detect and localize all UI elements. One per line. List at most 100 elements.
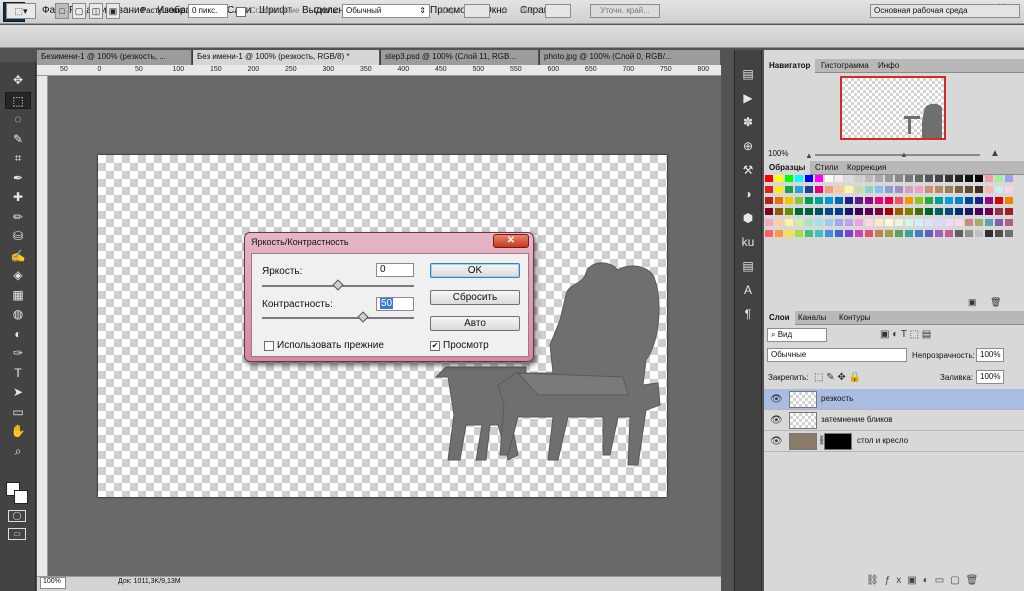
eye-icon[interactable]: 👁 <box>770 436 783 447</box>
zoom-in-icon[interactable]: ▲ <box>990 148 1000 159</box>
swatch[interactable] <box>795 175 803 182</box>
swatch[interactable] <box>885 175 893 182</box>
swatch[interactable] <box>915 208 923 215</box>
swatch[interactable] <box>995 186 1003 193</box>
layer-filter-select[interactable]: ⌕ Вид <box>767 328 827 342</box>
zoom-icon[interactable]: ⌕ <box>5 443 31 460</box>
swatch[interactable] <box>785 208 793 215</box>
swatch[interactable] <box>885 186 893 193</box>
eye-icon[interactable]: 👁 <box>770 415 783 426</box>
swatch[interactable] <box>975 197 983 204</box>
character-icon[interactable]: A <box>738 280 758 300</box>
tool-preset-picker[interactable]: ⬚▾ <box>6 3 36 19</box>
swatch[interactable] <box>985 219 993 226</box>
swatch[interactable] <box>765 208 773 215</box>
blend-mode-select[interactable]: Обычные <box>767 348 907 362</box>
layer-row-table-chair[interactable]: 👁 ⛓ стол и кресло <box>764 431 1024 452</box>
preview-checkbox[interactable]: ✔ <box>430 341 440 351</box>
screen-mode-icon[interactable]: ▭ <box>8 528 26 540</box>
tab-document-1[interactable]: Безимени-1 @ 100% (резкость, ... <box>37 50 192 65</box>
swatch[interactable] <box>765 197 773 204</box>
new-selection-icon[interactable]: □ <box>55 3 69 19</box>
swatch[interactable] <box>815 186 823 193</box>
swatch[interactable] <box>895 175 903 182</box>
dodge-icon[interactable]: ◐ <box>5 326 31 343</box>
swatch[interactable] <box>865 197 873 204</box>
swatch[interactable] <box>825 219 833 226</box>
swatch[interactable] <box>1005 186 1013 193</box>
swatch[interactable] <box>895 230 903 237</box>
swatch[interactable] <box>785 197 793 204</box>
swatch[interactable] <box>945 175 953 182</box>
swatch[interactable] <box>845 197 853 204</box>
eyedropper-icon[interactable]: ✒ <box>5 170 31 187</box>
swatch[interactable] <box>815 197 823 204</box>
tab-document-2[interactable]: Без имени-1 @ 100% (резкость, RGB/8) * <box>193 50 380 65</box>
swatch[interactable] <box>995 197 1003 204</box>
layer-comps-icon[interactable]: ▤ <box>738 64 758 84</box>
zoom-out-icon[interactable]: ▲ <box>805 151 813 160</box>
contrast-slider[interactable] <box>262 317 414 319</box>
swatch[interactable] <box>775 175 783 182</box>
swatch[interactable] <box>995 175 1003 182</box>
swatch[interactable] <box>795 186 803 193</box>
swatch[interactable] <box>775 197 783 204</box>
tab-styles[interactable]: Стили <box>810 161 843 175</box>
lasso-icon[interactable]: ◌ <box>5 111 31 128</box>
layer-row-shadows[interactable]: 👁 затемнение бликов <box>764 410 1024 431</box>
type-icon[interactable]: T <box>5 365 31 382</box>
swatch[interactable] <box>895 186 903 193</box>
swatch[interactable] <box>875 230 883 237</box>
swatch[interactable] <box>825 175 833 182</box>
swatch[interactable] <box>925 175 933 182</box>
swatch[interactable] <box>975 175 983 182</box>
trash-icon[interactable]: 🗑 <box>990 297 1001 308</box>
swatch[interactable] <box>965 197 973 204</box>
swatch[interactable] <box>935 219 943 226</box>
workspace-select[interactable]: Основная рабочая среда <box>870 4 1020 18</box>
swatch[interactable] <box>855 230 863 237</box>
swatch[interactable] <box>915 219 923 226</box>
swatch[interactable] <box>985 197 993 204</box>
swatch[interactable] <box>765 186 773 193</box>
swatch[interactable] <box>935 230 943 237</box>
antialias-checkbox[interactable] <box>236 7 246 17</box>
swatch[interactable] <box>995 219 1003 226</box>
brush-icon[interactable]: ✏ <box>5 209 31 226</box>
tab-paths[interactable]: Контуры <box>834 311 875 325</box>
quick-mask-icon[interactable]: ◯ <box>8 510 26 522</box>
swatch[interactable] <box>1005 219 1013 226</box>
swatch[interactable] <box>885 208 893 215</box>
swatch[interactable] <box>855 186 863 193</box>
filter-icons[interactable]: ▣ ◐ T ⬚ ▤ <box>880 329 931 340</box>
swatch[interactable] <box>835 197 843 204</box>
pen-icon[interactable]: ✑ <box>5 345 31 362</box>
tool-presets-icon[interactable]: ⚒ <box>738 160 758 180</box>
add-selection-icon[interactable]: ▢ <box>72 3 86 19</box>
swatch[interactable] <box>965 219 973 226</box>
swatch[interactable] <box>985 175 993 182</box>
swatch[interactable] <box>945 197 953 204</box>
swatch[interactable] <box>785 186 793 193</box>
subtract-selection-icon[interactable]: ◫ <box>89 3 103 19</box>
swatch[interactable] <box>795 197 803 204</box>
swatch[interactable] <box>865 208 873 215</box>
ok-button[interactable]: OK <box>430 263 520 278</box>
contrast-input[interactable]: 50 <box>376 297 414 311</box>
swatch[interactable] <box>935 197 943 204</box>
swatch[interactable] <box>1005 208 1013 215</box>
swatch[interactable] <box>945 208 953 215</box>
swatch[interactable] <box>995 208 1003 215</box>
height-input[interactable] <box>545 4 571 18</box>
swatch[interactable] <box>955 175 963 182</box>
swatch[interactable] <box>805 208 813 215</box>
swatch[interactable] <box>915 186 923 193</box>
swatch[interactable] <box>985 208 993 215</box>
swatches-grid[interactable] <box>765 175 1023 257</box>
swatch[interactable] <box>925 186 933 193</box>
swatch[interactable] <box>965 186 973 193</box>
crop-icon[interactable]: ⌗ <box>5 150 31 167</box>
swatch[interactable] <box>765 230 773 237</box>
navigator-zoom-slider[interactable] <box>815 154 980 156</box>
swatch[interactable] <box>905 175 913 182</box>
